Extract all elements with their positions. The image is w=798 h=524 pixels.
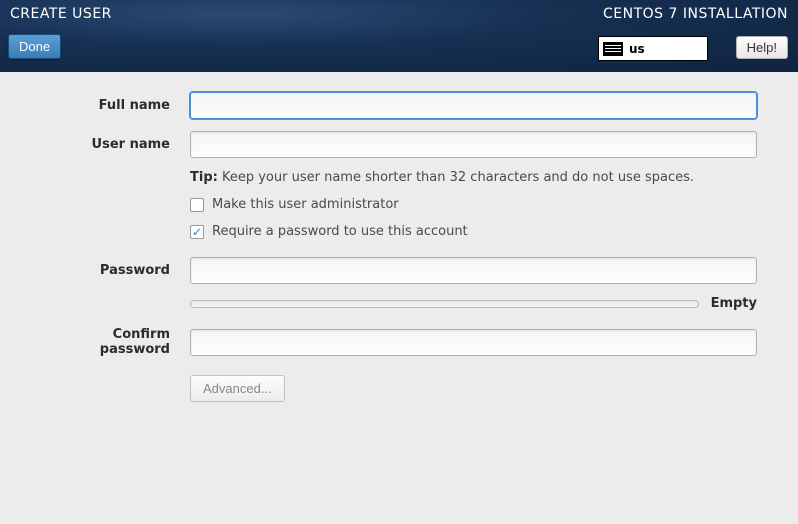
keyboard-layout-indicator[interactable]: us <box>598 36 708 61</box>
tip-text: Keep your user name shorter than 32 char… <box>222 170 694 185</box>
admin-checkbox-row: Make this user administrator <box>190 197 758 212</box>
password-strength-bar <box>190 300 699 308</box>
full-name-input[interactable] <box>190 92 757 119</box>
admin-checkbox-label: Make this user administrator <box>212 197 399 212</box>
password-strength-text: Empty <box>711 296 757 311</box>
tip-label: Tip: <box>190 170 218 185</box>
user-name-input[interactable] <box>190 131 757 158</box>
password-label: Password <box>40 263 190 278</box>
advanced-button[interactable]: Advanced... <box>190 375 285 402</box>
keyboard-layout-text: us <box>629 42 645 56</box>
confirm-password-row: Confirm password <box>40 327 758 357</box>
require-password-label: Require a password to use this account <box>212 224 468 239</box>
installation-label: CENTOS 7 INSTALLATION <box>603 6 788 22</box>
admin-checkbox[interactable] <box>190 198 204 212</box>
confirm-password-label: Confirm password <box>40 327 190 357</box>
full-name-label: Full name <box>40 98 190 113</box>
done-button[interactable]: Done <box>8 34 61 59</box>
tip-row: Tip: Keep your user name shorter than 32… <box>190 170 758 185</box>
confirm-password-input[interactable] <box>190 329 757 356</box>
require-password-checkbox[interactable] <box>190 225 204 239</box>
password-row: Password <box>40 257 758 284</box>
password-strength-row: Empty <box>190 296 757 311</box>
full-name-row: Full name <box>40 92 758 119</box>
help-button[interactable]: Help! <box>736 36 788 59</box>
password-input[interactable] <box>190 257 757 284</box>
header-bar: CREATE USER CENTOS 7 INSTALLATION Done u… <box>0 0 798 72</box>
user-name-row: User name <box>40 131 758 158</box>
user-name-label: User name <box>40 137 190 152</box>
form-area: Full name User name Tip: Keep your user … <box>0 72 798 422</box>
keyboard-icon <box>603 42 623 56</box>
require-password-row: Require a password to use this account <box>190 224 758 239</box>
